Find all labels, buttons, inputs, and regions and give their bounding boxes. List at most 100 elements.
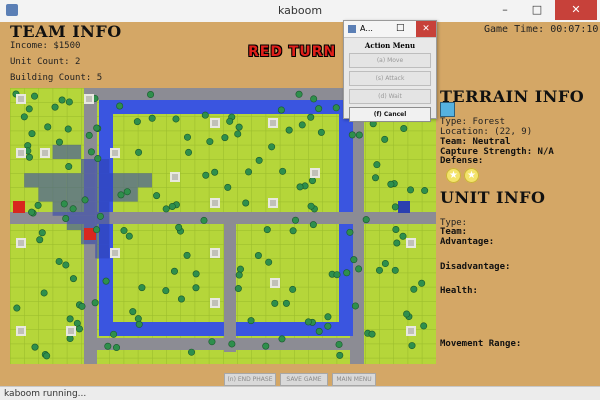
forest-tile (373, 161, 381, 169)
forest-tile (304, 318, 312, 326)
action-menu-maximize-button[interactable]: □ (396, 23, 405, 33)
movement-highlight-tile (66, 187, 81, 202)
forest-tile (183, 133, 191, 141)
forest-tile (262, 342, 270, 350)
forest-tile (228, 340, 236, 348)
main-menu-button[interactable]: MAIN MENU (332, 373, 376, 386)
forest-tile (255, 156, 263, 164)
movement-highlight-tile (52, 173, 67, 188)
red-unit-icon (13, 201, 25, 213)
minimize-button[interactable]: – (490, 0, 520, 20)
maximize-button[interactable]: □ (522, 0, 552, 20)
building-window (68, 328, 74, 334)
forest-tile (410, 285, 418, 293)
forest-tile (282, 299, 290, 307)
forest-tile (188, 348, 196, 356)
wait-button[interactable]: (d) Wait (349, 89, 431, 104)
forest-tile (147, 91, 155, 99)
status-bar: kaboom running... (0, 386, 600, 400)
movement-highlight-tile (24, 173, 39, 188)
forest-tile (289, 227, 297, 235)
forest-tile (307, 113, 315, 121)
forest-tile (40, 289, 48, 297)
forest-tile (78, 302, 86, 310)
forest-tile (138, 284, 146, 292)
building-count-label: Building Count: 5 (10, 73, 103, 83)
building-window (112, 250, 118, 256)
building-window (172, 174, 178, 180)
forest-tile (65, 98, 73, 106)
forest-tile (206, 138, 214, 146)
forest-tile (298, 121, 306, 129)
forest-tile (315, 327, 323, 335)
forest-tile (343, 269, 351, 277)
close-button[interactable]: ✕ (555, 0, 597, 20)
forest-tile (200, 216, 208, 224)
forest-tile (279, 167, 287, 175)
forest-tile (175, 223, 183, 231)
forest-tile-icon (440, 102, 455, 117)
move-button[interactable]: (a) Move (349, 53, 431, 68)
forest-tile (185, 148, 193, 156)
building-window (408, 328, 414, 334)
grid-line (393, 88, 394, 364)
action-menu-titlebar: A... □ ✕ (344, 21, 436, 38)
forest-tile (296, 183, 304, 191)
forest-tile (234, 285, 242, 293)
forest-tile (123, 188, 131, 196)
cancel-button[interactable]: (f) Cancel (349, 107, 431, 122)
forest-tile (55, 257, 63, 265)
grid-line (10, 272, 436, 274)
forest-tile (66, 315, 74, 323)
game-map[interactable] (10, 88, 436, 364)
building-window (18, 240, 24, 246)
building-window (18, 150, 24, 156)
forest-tile (285, 126, 293, 134)
movement-highlight-tile (95, 173, 110, 188)
forest-tile (183, 251, 191, 259)
building-window (212, 120, 218, 126)
forest-tile (31, 92, 39, 100)
forest-tile (336, 351, 344, 359)
save-game-button[interactable]: SAVE GAME (280, 373, 328, 386)
end-phase-button[interactable]: (n) END PHASE (224, 373, 276, 386)
building-window (18, 96, 24, 102)
attack-button[interactable]: (s) Attack (349, 71, 431, 86)
forest-tile (75, 325, 83, 333)
forest-tile (81, 196, 89, 204)
forest-tile (335, 340, 343, 348)
forest-tile (375, 266, 383, 274)
map-grid[interactable] (10, 88, 436, 364)
unit-disadvantage: Disadvantage: (440, 262, 511, 272)
grid-line (407, 88, 409, 364)
movement-highlight-tile (137, 173, 152, 188)
forest-tile (235, 271, 243, 279)
action-menu-window-title: A... (360, 24, 373, 33)
unit-info-title: UNIT INFO (440, 188, 546, 207)
forest-tile (362, 216, 370, 224)
building-window (212, 250, 218, 256)
forest-tile (400, 125, 408, 133)
forest-tile (113, 344, 121, 352)
grid-line (10, 88, 11, 364)
forest-tile (25, 105, 33, 113)
action-menu-close-button[interactable]: ✕ (416, 21, 436, 37)
forest-tile (13, 304, 21, 312)
terrain-defense-label: Defense: (440, 156, 484, 166)
forest-tile (268, 143, 276, 151)
movement-highlight-tile (38, 173, 53, 188)
forest-tile (254, 252, 262, 260)
game-time: Game Time: 00:07:10 (484, 24, 599, 35)
forest-tile (65, 163, 73, 171)
grid-line (10, 315, 436, 316)
forest-tile (201, 111, 209, 119)
grid-line (10, 159, 436, 160)
forest-tile (393, 239, 401, 247)
forest-tile (172, 115, 180, 123)
grid-line (365, 88, 366, 364)
forest-tile (208, 338, 216, 346)
grid-line (10, 258, 436, 259)
building-window (112, 150, 118, 156)
movement-highlight-tile (95, 244, 110, 259)
road-tile (224, 212, 236, 352)
